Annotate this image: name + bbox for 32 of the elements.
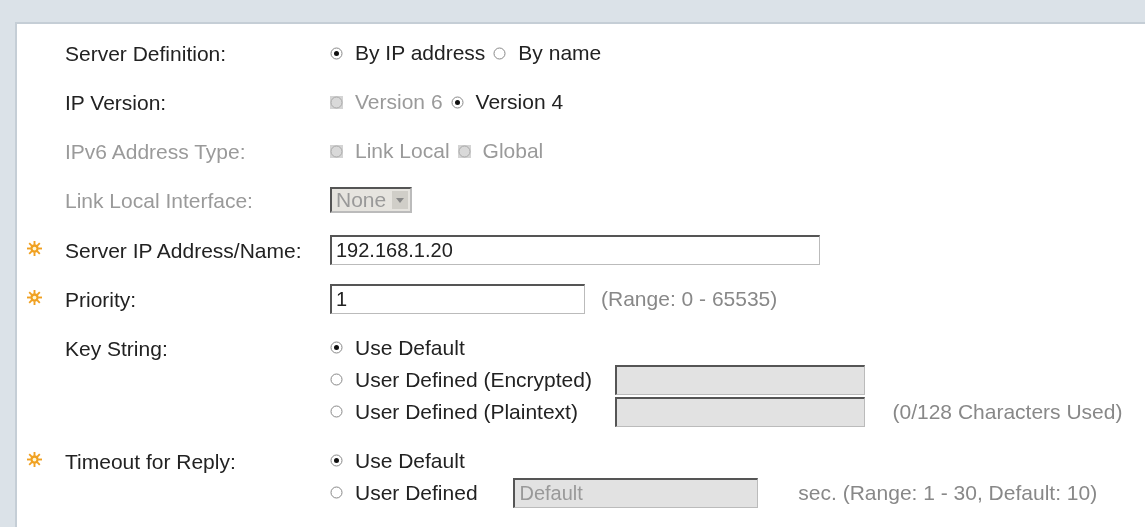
text-field[interactable]: 192.168.1.20 <box>330 234 820 265</box>
range-hint: (Range: 0 - 65535) <box>601 286 778 311</box>
field-label: IP Version: <box>65 90 168 117</box>
option-label: Use Default <box>355 335 465 360</box>
option-label: User Defined (Encrypted) <box>355 367 592 392</box>
field-label: IPv6 Address Type: <box>65 139 247 166</box>
option-label: Version 4 <box>475 90 564 115</box>
option-label: Link Local <box>355 139 450 164</box>
field-label: Key String: <box>65 335 169 362</box>
radio-button[interactable] <box>330 405 343 419</box>
radio-button[interactable] <box>330 46 343 60</box>
option-label: By IP address <box>355 41 486 65</box>
range-hint: (0/128 Characters Used) <box>892 399 1123 423</box>
option-label: Version 6 <box>355 90 443 115</box>
field-label: Timeout for Reply: <box>65 448 237 475</box>
radio-button[interactable] <box>330 341 343 355</box>
radio-button[interactable] <box>330 486 343 500</box>
radio-button[interactable] <box>493 46 507 60</box>
field-label: Server IP Address/Name: <box>65 237 303 264</box>
radio-button[interactable] <box>330 454 343 468</box>
field-label: Priority: <box>65 286 138 313</box>
field-label: Server Definition: <box>65 41 228 67</box>
option-label: User Defined <box>355 480 478 505</box>
option-label: User Defined (Plaintext) <box>355 399 578 424</box>
text-field[interactable]: 1 <box>330 283 585 314</box>
radio-button[interactable] <box>450 95 464 109</box>
option-label: By name <box>518 41 602 65</box>
range-hint: sec. (Range: 1 - 30, Default: 10) <box>798 480 1098 504</box>
field-label: Link Local Interface: <box>65 188 254 215</box>
radio-button[interactable] <box>330 373 343 387</box>
option-label: Use Default <box>355 448 465 473</box>
option-label: Global <box>482 139 544 164</box>
